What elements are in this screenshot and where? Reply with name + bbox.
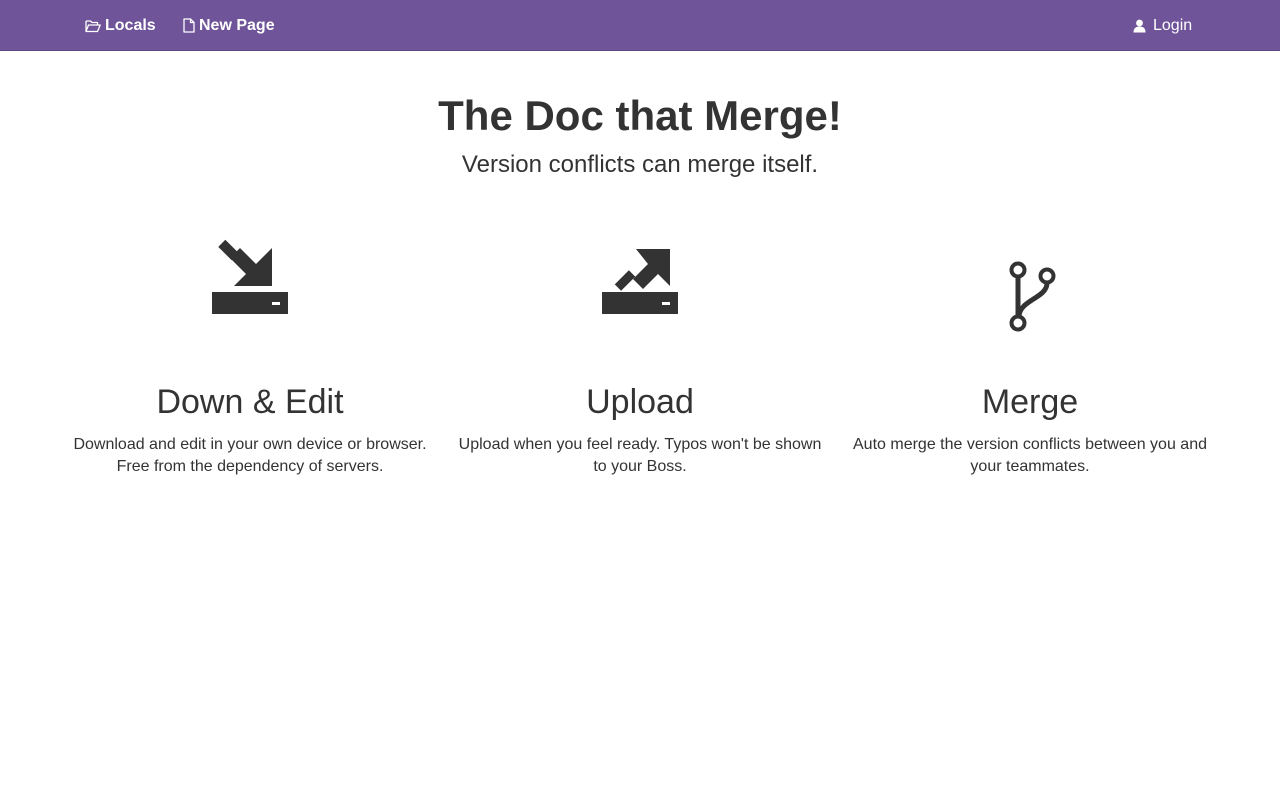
feature-down-edit: Down & Edit Download and edit in your ow… (55, 232, 445, 478)
branch-merge-icon (990, 232, 1070, 337)
nav-new-page-link[interactable]: New Page (183, 0, 275, 51)
user-icon (1133, 19, 1146, 33)
top-navbar: Locals New Page Login (0, 0, 1280, 51)
feature-title: Upload (586, 383, 694, 421)
feature-title: Merge (981, 383, 1079, 421)
file-icon (183, 18, 195, 33)
feature-description: Auto merge the version conflicts between… (853, 436, 1207, 475)
page-subtitle: Version conflicts can merge itself. (461, 151, 819, 178)
feature-description: Download and edit in your own device or … (73, 436, 427, 475)
feature-description: Upload when you feel ready. Typos won't … (458, 436, 822, 475)
feature-title: Down & Edit (156, 383, 344, 421)
nav-locals-label: Locals (105, 16, 156, 34)
folder-open-icon (85, 19, 101, 33)
nav-login-label: Login (1153, 16, 1193, 34)
nav-locals-link[interactable]: Locals (85, 0, 156, 51)
upload-icon (600, 232, 680, 329)
download-icon (210, 232, 290, 329)
nav-new-page-label: New Page (199, 16, 275, 34)
nav-login-link[interactable]: Login (1133, 0, 1192, 51)
page-title: The Doc that Merge! (438, 92, 842, 139)
feature-upload: Upload Upload when you feel ready. Typos… (445, 232, 835, 478)
feature-merge: Merge Auto merge the version conflicts b… (835, 232, 1225, 478)
